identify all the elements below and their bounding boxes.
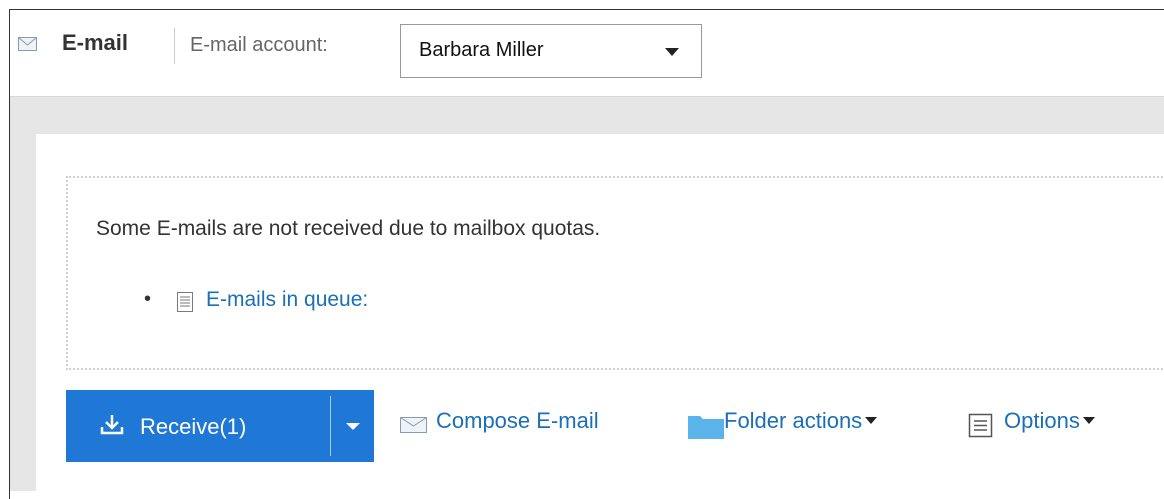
envelope-icon xyxy=(18,37,58,56)
download-icon xyxy=(100,414,124,441)
folder-icon xyxy=(688,413,724,444)
page-title: E-mail xyxy=(62,30,129,55)
chevron-down-icon xyxy=(865,417,878,425)
emails-in-queue-link[interactable]: E-mails in queue: xyxy=(206,288,368,312)
quota-notice-message: Some E-mails are not received due to mai… xyxy=(96,217,601,240)
chevron-down-icon xyxy=(1082,417,1095,425)
folder-actions-menu[interactable]: Folder actions xyxy=(724,408,878,434)
header-divider xyxy=(174,28,175,64)
options-label: Options xyxy=(1004,408,1080,433)
document-icon xyxy=(174,291,196,318)
list-icon xyxy=(968,413,994,444)
list-bullet: • xyxy=(144,288,152,310)
compose-email-link[interactable]: Compose E-mail xyxy=(436,408,599,434)
folder-actions-label: Folder actions xyxy=(724,408,863,433)
account-select[interactable]: Barbara Miller xyxy=(400,24,702,78)
quota-notice-box xyxy=(66,176,1164,370)
receive-split-button: Receive(1) xyxy=(66,390,374,462)
options-menu[interactable]: Options xyxy=(1004,408,1095,434)
account-label: E-mail account: xyxy=(190,34,328,56)
envelope-icon xyxy=(400,417,430,438)
receive-dropdown-toggle[interactable] xyxy=(331,390,374,462)
account-select-value: Barbara Miller xyxy=(419,39,544,61)
chevron-down-icon xyxy=(665,48,679,56)
receive-label: Receive(1) xyxy=(140,414,247,439)
receive-button[interactable]: Receive(1) xyxy=(66,390,330,462)
